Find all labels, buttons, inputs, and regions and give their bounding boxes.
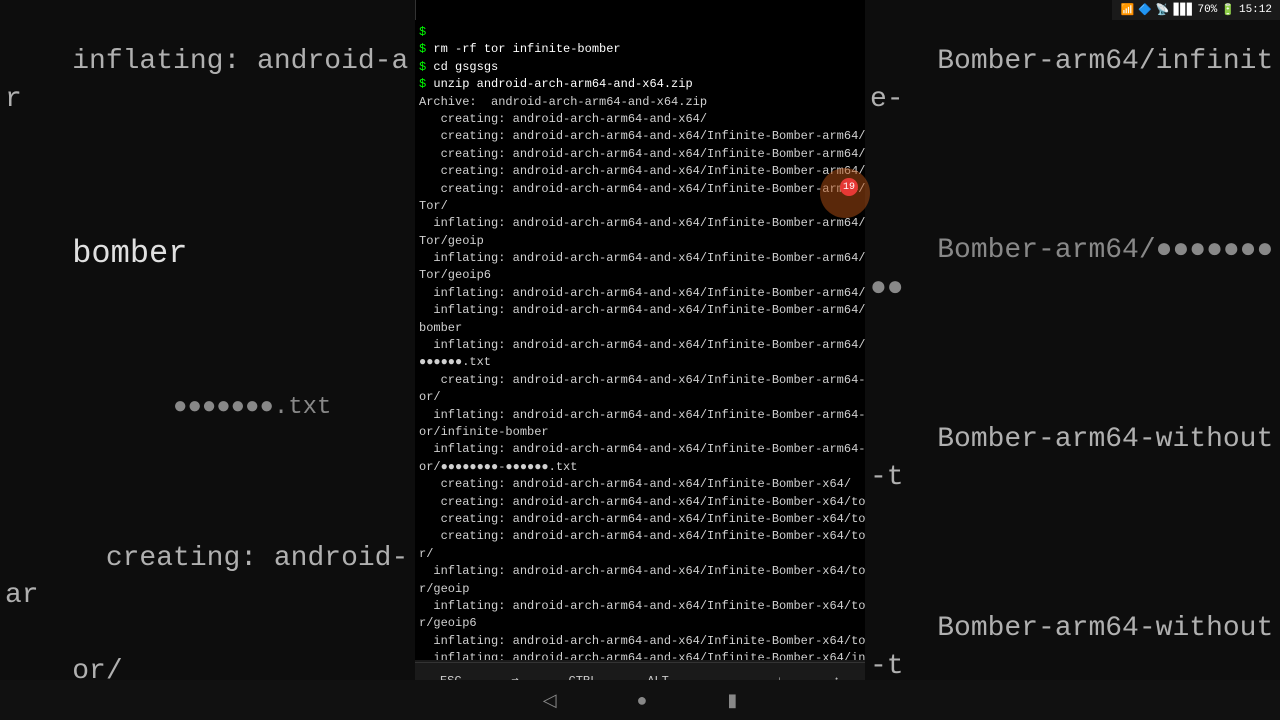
- inflate-7: inflating: android-arch-arm64-and-x64/In…: [419, 442, 865, 456]
- home-button[interactable]: ●: [637, 690, 648, 711]
- inflate-9: inflating: android-arch-arm64-and-x64/In…: [419, 599, 865, 613]
- back-button[interactable]: ◁: [543, 690, 557, 711]
- inflate-2: inflating: android-arch-arm64-and-x64/In…: [419, 251, 865, 265]
- left-terminal-text: inflating: android-ar bomber ●●●●●●●.txt…: [5, 5, 410, 720]
- inflate-1: inflating: android-arch-arm64-and-x64/In…: [419, 216, 865, 230]
- main-terminal-text: $ $ rm -rf tor infinite-bomber $ cd gsgs…: [419, 24, 861, 680]
- nav-bar: ◁ ● ▮: [0, 680, 1280, 720]
- wifi-icon: 📶: [1120, 3, 1134, 17]
- status-bar: 📶 🔷 📡 ▊▊▊ 70% 🔋 15:12: [1112, 0, 1280, 20]
- main-terminal-panel: $ $ rm -rf tor infinite-bomber $ cd gsgs…: [415, 20, 865, 680]
- prompt-2: $: [419, 42, 426, 56]
- or-1: or/: [419, 390, 441, 404]
- signal-icon: 📡: [1156, 3, 1170, 17]
- battery-level: 70%: [1197, 4, 1217, 16]
- create-10: creating: android-arch-arm64-and-x64/Inf…: [419, 529, 865, 543]
- tor-line: Tor/: [419, 199, 448, 213]
- cmd-3: cd gsgsgs: [433, 60, 498, 74]
- inflate-4: inflating: android-arch-arm64-and-x64/In…: [419, 303, 865, 317]
- create-2: creating: android-arch-arm64-and-x64/Inf…: [419, 129, 865, 143]
- prompt-3: $: [419, 60, 426, 74]
- right-terminal-panel: Bomber-arm64/infinite- Bomber-arm64/●●●●…: [865, 0, 1280, 680]
- inflate-10: inflating: android-arch-arm64-and-x64/In…: [419, 634, 865, 648]
- txt-2: or/●●●●●●●●-●●●●●●.txt: [419, 460, 577, 474]
- create-5: creating: android-arch-arm64-and-x64/Inf…: [419, 182, 865, 196]
- r-geoip6: r/geoip6: [419, 616, 477, 630]
- infbomber-1: or/infinite-bomber: [419, 425, 549, 439]
- create-9: creating: android-arch-arm64-and-x64/Inf…: [419, 512, 865, 526]
- notification-dot: 19: [840, 178, 858, 196]
- create-1: creating: android-arch-arm64-and-x64/: [419, 112, 707, 126]
- inflate-5: inflating: android-arch-arm64-and-x64/In…: [419, 338, 865, 352]
- inflate-8: inflating: android-arch-arm64-and-x64/In…: [419, 564, 865, 578]
- create-4: creating: android-arch-arm64-and-x64/Inf…: [419, 164, 865, 178]
- create-8: creating: android-arch-arm64-and-x64/Inf…: [419, 495, 865, 509]
- geoip6-1: Tor/geoip6: [419, 268, 491, 282]
- cmd-2: rm -rf tor infinite-bomber: [433, 42, 620, 56]
- r-geoip: r/geoip: [419, 582, 469, 596]
- prompt-4: $: [419, 77, 426, 91]
- bluetooth-icon: 🔷: [1138, 3, 1152, 17]
- cmd-4: unzip android-arch-arm64-and-x64.zip: [433, 77, 692, 91]
- create-3: creating: android-arch-arm64-and-x64/Inf…: [419, 147, 865, 161]
- r-1: r/: [419, 547, 433, 561]
- bomber-1: bomber: [419, 321, 462, 335]
- left-terminal-panel: inflating: android-ar bomber ●●●●●●●.txt…: [0, 0, 415, 720]
- signal-bars: ▊▊▊: [1174, 3, 1194, 17]
- battery-icon: 🔋: [1221, 3, 1235, 17]
- prompt-1: $: [419, 25, 426, 39]
- inflate-6: inflating: android-arch-arm64-and-x64/In…: [419, 408, 865, 422]
- right-terminal-text: Bomber-arm64/infinite- Bomber-arm64/●●●●…: [870, 5, 1275, 680]
- clock: 15:12: [1239, 4, 1272, 16]
- recents-button[interactable]: ▮: [727, 690, 737, 711]
- txt-1: ●●●●●●.txt: [419, 355, 491, 369]
- create-7: creating: android-arch-arm64-and-x64/Inf…: [419, 477, 851, 491]
- geoip-1: Tor/geoip: [419, 234, 484, 248]
- archive-line: Archive: android-arch-arm64-and-x64.zip: [419, 95, 707, 109]
- create-6: creating: android-arch-arm64-and-x64/Inf…: [419, 373, 865, 387]
- inflate-3: inflating: android-arch-arm64-and-x64/In…: [419, 286, 865, 300]
- status-icons: 📶 🔷 📡 ▊▊▊ 70% 🔋 15:12: [1120, 3, 1272, 17]
